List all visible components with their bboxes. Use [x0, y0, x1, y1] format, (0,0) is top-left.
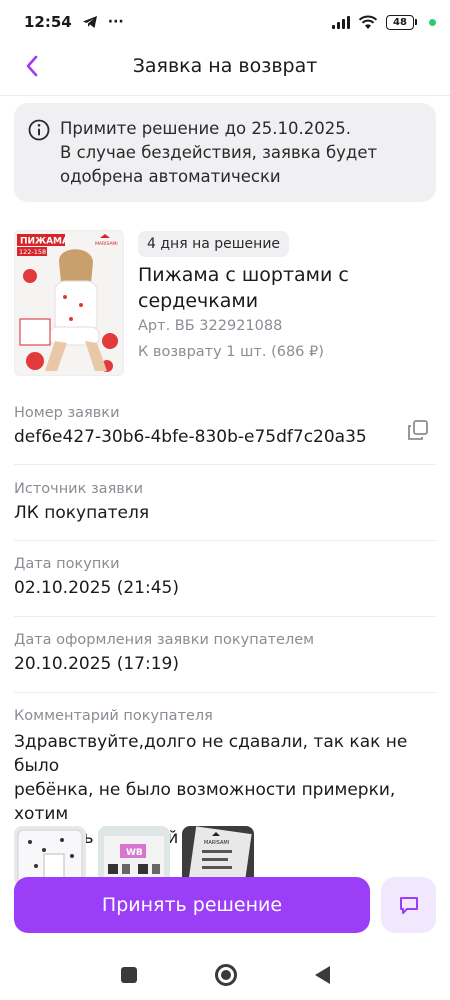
source-value: ЛК покупателя	[14, 503, 150, 523]
purchase-date-field: Дата покупки 02.10.2025 (21:45)	[14, 556, 436, 598]
battery-icon: 48	[386, 14, 417, 30]
banner-line-1: Примите решение до 25.10.2025.	[60, 119, 352, 138]
header: Заявка на возврат	[0, 44, 450, 88]
privacy-indicator-dot	[429, 18, 436, 26]
battery-level: 48	[386, 14, 414, 30]
chat-icon	[399, 897, 418, 914]
created-date-label: Дата оформления заявки покупателем	[14, 632, 315, 648]
product-image-brand: MARISAMI	[95, 241, 118, 247]
status-bar-right: 48	[332, 14, 436, 30]
product-name-line-2: сердечками	[138, 290, 259, 312]
page-title: Заявка на возврат	[132, 55, 318, 77]
signal-icon	[332, 15, 350, 29]
back-nav-button[interactable]	[314, 966, 330, 984]
recent-apps-button[interactable]	[120, 967, 137, 983]
info-icon	[28, 119, 50, 141]
decision-deadline-badge: 4 дня на решение	[138, 231, 290, 257]
status-extra: ···	[107, 14, 124, 30]
telegram-icon	[82, 16, 97, 28]
attachment-wb-label: WB	[126, 848, 143, 858]
product-image-sizes: 122-158	[19, 248, 46, 256]
divider	[14, 616, 436, 617]
comment-label: Комментарий покупателя	[14, 708, 213, 724]
wifi-icon	[358, 15, 378, 29]
deadline-banner: Примите решение до 25.10.2025. В случае …	[14, 103, 436, 202]
product-name-line-1: Пижама с шортами с	[138, 264, 349, 286]
chat-button[interactable]	[381, 877, 436, 933]
purchase-date-value: 02.10.2025 (21:45)	[14, 578, 179, 598]
order-number-value: def6e427-30b6-4bfe-830b-e75df7c20a35	[14, 427, 367, 447]
product-article: Арт. ВБ 322921088	[138, 318, 283, 334]
attachment-brand-label: MARISAMI	[204, 840, 229, 846]
header-divider	[0, 95, 450, 96]
divider	[14, 464, 436, 465]
banner-line-3: одобрена автоматически	[60, 167, 281, 186]
order-number-field: Номер заявки def6e427-30b6-4bfe-830b-e75…	[14, 405, 436, 447]
status-time: 12:54	[24, 13, 72, 31]
accept-decision-label: Принять решение	[101, 894, 283, 916]
source-label: Источник заявки	[14, 481, 144, 497]
product-image-title: ПИЖАМА	[20, 237, 69, 247]
banner-line-2: В случае бездействия, заявка будет	[60, 143, 378, 162]
created-date-field: Дата оформления заявки покупателем 20.10…	[14, 632, 436, 674]
product-name[interactable]: Пижама с шортами с сердечками	[138, 262, 428, 314]
source-field: Источник заявки ЛК покупателя	[14, 481, 436, 523]
order-number-label: Номер заявки	[14, 405, 120, 421]
chevron-left-icon	[26, 55, 38, 77]
copy-icon	[408, 420, 428, 440]
home-button[interactable]	[214, 964, 237, 986]
status-bar: 12:54 ··· 48	[0, 0, 450, 44]
divider	[14, 692, 436, 693]
product-image[interactable]: ПИЖАМА 122-158 MARISAMI	[14, 230, 124, 376]
copy-order-number-button[interactable]	[406, 418, 430, 442]
product-return-quantity: К возврату 1 шт. (686 ₽)	[138, 344, 324, 360]
system-navigation-bar	[0, 950, 450, 1000]
purchase-date-label: Дата покупки	[14, 556, 120, 572]
comment-line-1: Здравствуйте,долго не сдавали, так как н…	[14, 732, 408, 776]
created-date-value: 20.10.2025 (17:19)	[14, 654, 179, 674]
divider	[14, 540, 436, 541]
back-button[interactable]	[14, 48, 50, 84]
status-bar-left: 12:54 ···	[24, 13, 124, 31]
comment-line-2: ребёнка, не было возможности примерки, х…	[14, 780, 396, 824]
accept-decision-button[interactable]: Принять решение	[14, 877, 370, 933]
